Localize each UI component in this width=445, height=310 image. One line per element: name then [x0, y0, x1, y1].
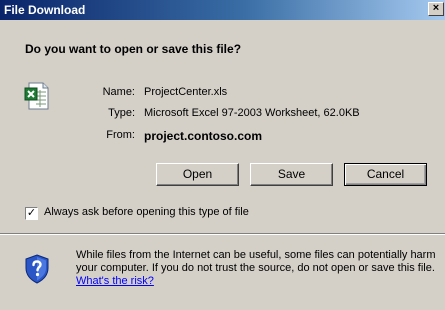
- close-icon: ×: [432, 2, 440, 14]
- save-button[interactable]: Save: [250, 163, 333, 186]
- name-label: Name:: [102, 86, 135, 98]
- open-button[interactable]: Open: [156, 163, 239, 186]
- check-icon: ✓: [26, 207, 37, 219]
- file-name: ProjectCenter.xls: [144, 86, 228, 98]
- close-button[interactable]: ×: [428, 2, 444, 16]
- whats-the-risk-link[interactable]: What's the risk?: [76, 275, 154, 287]
- warning-text: While files from the Internet can be use…: [76, 249, 436, 274]
- dialog-question: Do you want to open or save this file?: [25, 42, 242, 56]
- security-warning: While files from the Internet can be use…: [76, 249, 436, 288]
- shield-question-icon: [24, 254, 50, 284]
- cancel-button[interactable]: Cancel: [344, 163, 427, 186]
- window-title: File Download: [4, 3, 86, 17]
- always-ask-checkbox[interactable]: ✓: [25, 207, 38, 220]
- from-label: From:: [106, 129, 135, 141]
- type-label: Type:: [108, 107, 135, 119]
- file-type: Microsoft Excel 97-2003 Worksheet, 62.0K…: [144, 107, 360, 119]
- excel-file-icon: [24, 82, 50, 110]
- title-bar: File Download ×: [0, 0, 445, 20]
- file-source: project.contoso.com: [144, 129, 263, 143]
- always-ask-label[interactable]: Always ask before opening this type of f…: [44, 206, 249, 218]
- separator: [0, 233, 445, 235]
